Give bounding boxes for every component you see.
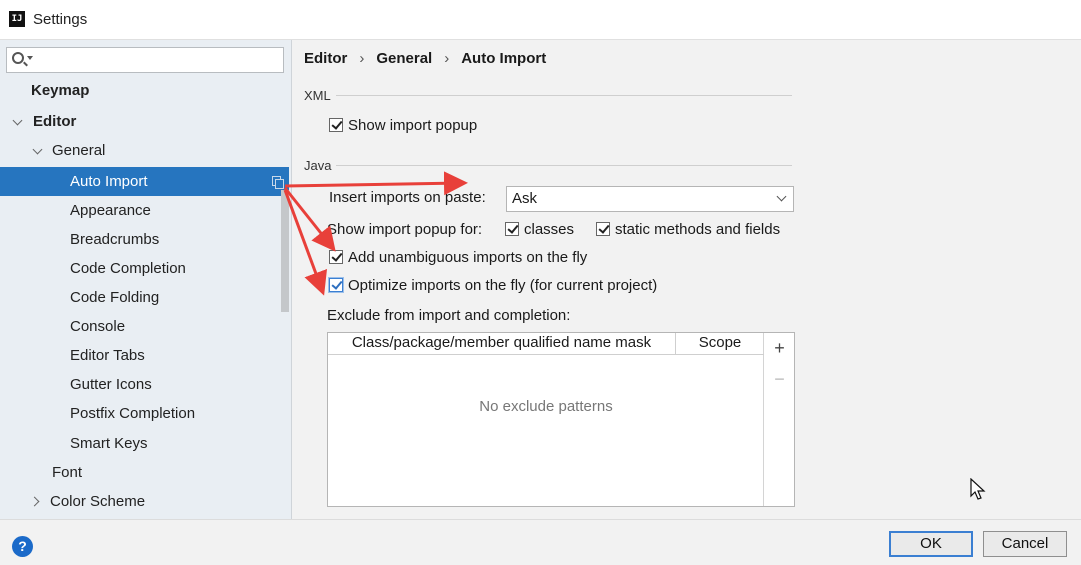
insert-imports-select[interactable]: Ask — [506, 186, 794, 212]
empty-table-text: No exclude patterns — [479, 398, 613, 415]
show-popup-for-label: Show import popup for: — [327, 221, 483, 238]
chevron-right-icon[interactable] — [29, 496, 40, 507]
checkbox-checked-icon[interactable] — [329, 250, 343, 264]
search-input[interactable] — [6, 47, 284, 73]
checkbox-checked-icon[interactable] — [505, 222, 519, 236]
section-divider — [336, 165, 792, 166]
sidebar-item-gutter-icons[interactable]: Gutter Icons — [0, 370, 280, 399]
checkbox-label: Add unambiguous imports on the fly — [348, 249, 588, 266]
sidebar-item-code-folding[interactable]: Code Folding — [0, 283, 280, 312]
remove-pattern-button[interactable]: − — [765, 368, 794, 390]
title-bar: IJ Settings — [0, 0, 1081, 40]
checkbox-label: Show import popup — [348, 117, 478, 134]
checkbox-label: classes — [524, 221, 575, 238]
sidebar-item-color-scheme[interactable]: Color Scheme — [0, 487, 280, 516]
sidebar-item-label: Code Folding — [70, 289, 160, 306]
exclude-table: Class/package/member qualified name mask… — [327, 332, 795, 507]
sidebar-item-label: Keymap — [31, 82, 90, 99]
dialog-button-bar: ? OK Cancel — [0, 519, 1081, 565]
checkbox-checked-icon[interactable] — [329, 278, 343, 292]
sidebar-item-label: Font — [52, 464, 83, 481]
sidebar-item-breadcrumbs[interactable]: Breadcrumbs — [0, 225, 280, 254]
breadcrumb-separator-icon: › — [444, 50, 450, 67]
search-icon — [12, 52, 24, 64]
sidebar-item-label: Auto Import — [70, 173, 148, 190]
table-header: Class/package/member qualified name mask… — [328, 333, 764, 355]
static-methods-checkbox[interactable]: static methods and fields — [596, 220, 780, 240]
classes-checkbox[interactable]: classes — [505, 220, 574, 240]
sidebar-item-label: Editor — [33, 113, 77, 130]
optimize-imports-checkbox[interactable]: Optimize imports on the fly (for current… — [329, 276, 657, 296]
help-icon[interactable]: ? — [12, 536, 33, 557]
checkbox-label: static methods and fields — [615, 221, 781, 238]
cancel-button[interactable]: Cancel — [983, 531, 1067, 557]
intellij-app-icon: IJ — [9, 11, 25, 27]
breadcrumb-item: Editor — [304, 50, 348, 67]
sidebar-item-editor-tabs[interactable]: Editor Tabs — [0, 341, 280, 370]
sidebar-item-appearance[interactable]: Appearance — [0, 196, 280, 225]
add-pattern-button[interactable]: + — [765, 337, 794, 359]
chevron-down-icon[interactable] — [12, 115, 23, 126]
exclude-table-body[interactable]: Class/package/member qualified name mask… — [328, 333, 764, 506]
copy-icon[interactable] — [272, 176, 284, 189]
breadcrumb-item: Auto Import — [461, 50, 547, 67]
sidebar-item-label: Code Completion — [70, 260, 186, 277]
breadcrumb-separator-icon: › — [359, 50, 365, 67]
sidebar-item-label: Breadcrumbs — [70, 231, 160, 248]
section-divider — [336, 95, 792, 96]
sidebar-item-label: Smart Keys — [70, 435, 148, 452]
checkbox-label: Optimize imports on the fly (for current… — [348, 277, 658, 294]
column-header-name-mask[interactable]: Class/package/member qualified name mask — [328, 333, 676, 354]
section-label-xml: XML — [304, 88, 331, 103]
sidebar-item-general[interactable]: General — [0, 136, 280, 165]
sidebar-item-keymap[interactable]: Keymap — [0, 76, 280, 105]
sidebar-item-editor[interactable]: Editor — [0, 107, 280, 136]
checkbox-checked-icon[interactable] — [596, 222, 610, 236]
chevron-down-icon[interactable] — [27, 56, 33, 60]
settings-content: Editor › General › Auto Import XML Show impo… — [293, 40, 1081, 519]
window-title: Settings — [33, 11, 88, 28]
sidebar-item-label: Appearance — [70, 202, 151, 219]
chevron-down-icon[interactable] — [776, 191, 787, 202]
sidebar-item-font[interactable]: Font — [0, 458, 280, 487]
checkbox-checked-icon[interactable] — [329, 118, 343, 132]
settings-sidebar: Keymap Editor General Auto Import Appear… — [0, 40, 292, 519]
select-value: Ask — [512, 190, 538, 207]
insert-imports-label: Insert imports on paste: — [329, 189, 486, 206]
breadcrumb: Editor › General › Auto Import — [304, 50, 546, 67]
section-label-java: Java — [304, 158, 332, 173]
sidebar-item-smart-keys[interactable]: Smart Keys — [0, 429, 280, 458]
ok-button[interactable]: OK — [889, 531, 973, 557]
sidebar-item-label: Color Scheme — [50, 493, 146, 510]
sidebar-item-label: Gutter Icons — [70, 376, 152, 393]
sidebar-item-label: General — [52, 142, 106, 159]
show-import-popup-checkbox[interactable]: Show import popup — [329, 116, 477, 136]
sidebar-scrollbar[interactable] — [281, 190, 289, 312]
sidebar-item-auto-import[interactable]: Auto Import — [0, 167, 289, 196]
sidebar-item-postfix-completion[interactable]: Postfix Completion — [0, 399, 280, 428]
sidebar-item-label: Console — [70, 318, 126, 335]
sidebar-item-label: Editor Tabs — [70, 347, 145, 364]
chevron-down-icon[interactable] — [32, 144, 43, 155]
mouse-cursor-icon — [970, 478, 986, 500]
sidebar-item-code-completion[interactable]: Code Completion — [0, 254, 280, 283]
add-unambiguous-imports-checkbox[interactable]: Add unambiguous imports on the fly — [329, 248, 587, 268]
breadcrumb-item: General — [376, 50, 433, 67]
sidebar-item-console[interactable]: Console — [0, 312, 280, 341]
exclude-label: Exclude from import and completion: — [327, 307, 571, 324]
sidebar-item-label: Postfix Completion — [70, 405, 196, 422]
column-header-scope[interactable]: Scope — [676, 333, 764, 354]
